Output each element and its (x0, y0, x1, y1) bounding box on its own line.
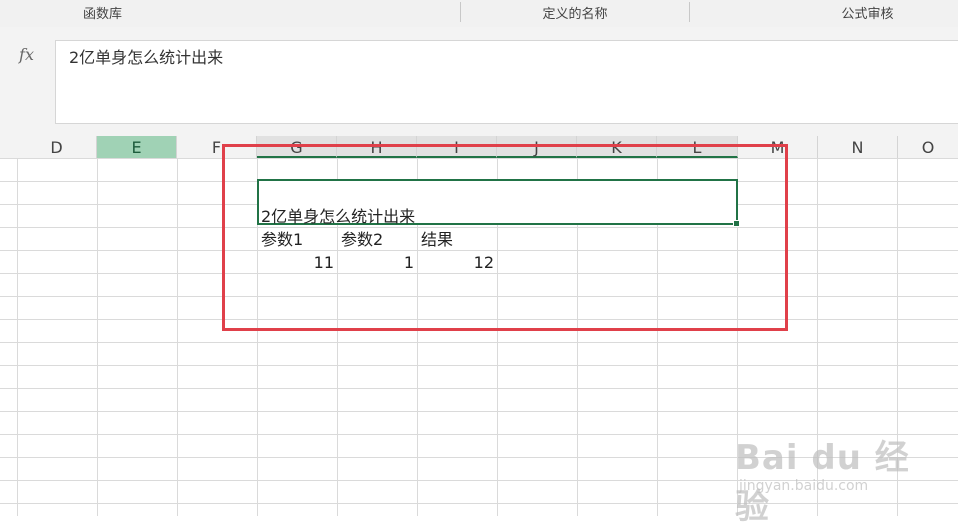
formula-value: 2亿单身怎么统计出来 (69, 48, 224, 67)
ribbon-separator (689, 2, 690, 22)
column-header-d[interactable]: D (17, 136, 97, 158)
formula-input[interactable]: 2亿单身怎么统计出来 (55, 40, 958, 124)
ribbon-group-bar: 函数库 定义的名称 公式审核 (0, 0, 958, 28)
highlight-annotation-box (222, 144, 788, 331)
column-header-o[interactable]: O (898, 136, 958, 158)
column-header-e[interactable]: E (97, 136, 177, 158)
column-header-n[interactable]: N (818, 136, 898, 158)
watermark-url: jingyan.baidu.com (739, 478, 869, 494)
baidu-watermark: Bai du 经验 jingyan.baidu.com (735, 430, 915, 527)
ribbon-group-formula-auditing[interactable]: 公式审核 (780, 0, 955, 27)
ribbon-group-function-library[interactable]: 函数库 (0, 0, 205, 27)
insert-function-icon[interactable]: fx (2, 38, 51, 72)
formula-bar: fx 2亿单身怎么统计出来 (0, 27, 958, 136)
ribbon-group-defined-names[interactable]: 定义的名称 (461, 0, 689, 27)
